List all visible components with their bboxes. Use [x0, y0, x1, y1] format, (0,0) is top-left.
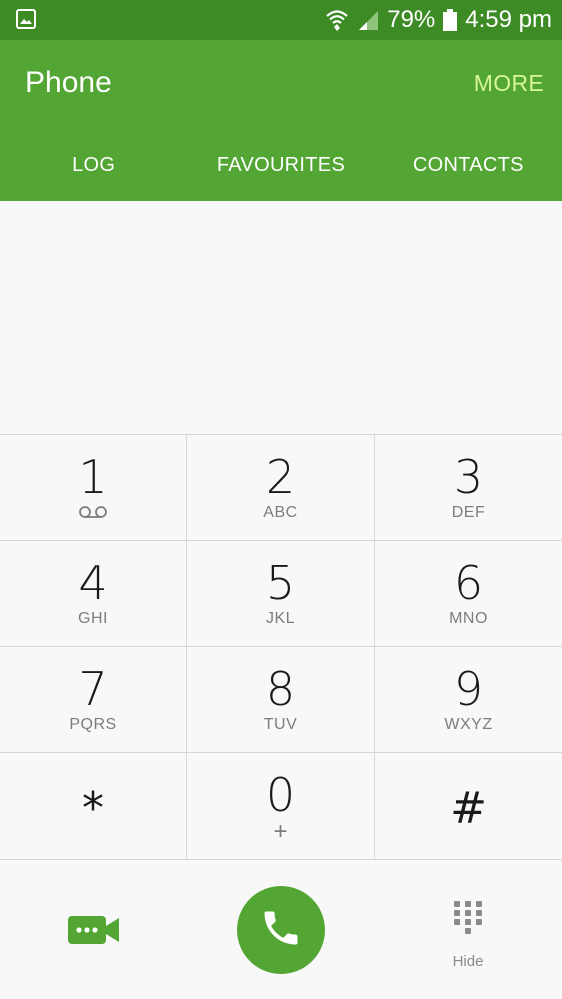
key-hash[interactable]: # [375, 753, 562, 860]
tab-contacts[interactable]: CONTACTS [375, 140, 562, 190]
video-call-button[interactable] [68, 914, 120, 946]
key-letters: TUV [263, 716, 298, 733]
signal-icon [357, 9, 379, 31]
clock: 4:59 pm [465, 6, 552, 33]
more-button[interactable]: MORE [474, 70, 544, 97]
key-digit: 1 [78, 450, 108, 504]
key-digit: 4 [78, 556, 108, 610]
key-digit: 0 [265, 768, 296, 822]
key-1[interactable]: 1 [0, 435, 187, 541]
key-digit: 7 [78, 662, 108, 716]
key-2[interactable]: 2 ABC [187, 435, 375, 541]
tab-favourites[interactable]: FAVOURITES [187, 140, 374, 190]
video-call-icon [68, 916, 120, 950]
voicemail-icon [78, 505, 108, 524]
page-title: Phone [25, 66, 112, 99]
gallery-notification-icon [16, 9, 36, 29]
call-button[interactable] [237, 886, 325, 974]
number-display[interactable] [0, 201, 562, 434]
key-letters: JKL [265, 610, 296, 627]
key-0[interactable]: 0 + [187, 753, 375, 860]
battery-text: 79% [387, 6, 436, 33]
key-digit: 2 [265, 450, 296, 504]
key-digit: 8 [265, 662, 296, 716]
key-6[interactable]: 6 MNO [375, 541, 562, 647]
key-letters: GHI [78, 610, 108, 627]
tab-log[interactable]: LOG [0, 140, 187, 190]
key-digit: * [82, 783, 104, 834]
key-letters: PQRS [69, 716, 117, 733]
dial-keypad: 1 2 ABC 3 DEF 4 GHI 5 JKL 6 MNO 7 PQRS 8… [0, 434, 562, 860]
key-letters: MNO [449, 610, 488, 627]
keypad-icon [453, 900, 483, 945]
key-letters: DEF [451, 504, 486, 521]
key-8[interactable]: 8 TUV [187, 647, 375, 753]
key-digit: 6 [453, 556, 484, 610]
battery-icon [443, 9, 458, 31]
key-letters: WXYZ [444, 716, 493, 733]
key-5[interactable]: 5 JKL [187, 541, 375, 647]
key-letters: + [273, 818, 288, 845]
key-digit: # [450, 783, 487, 834]
key-digit: 3 [453, 450, 484, 504]
phone-icon [259, 906, 303, 955]
hide-label: Hide [452, 953, 484, 970]
bottom-action-bar: Hide [0, 860, 562, 999]
key-7[interactable]: 7 PQRS [0, 647, 187, 753]
key-digit: 5 [265, 556, 296, 610]
key-4[interactable]: 4 GHI [0, 541, 187, 647]
tab-bar: LOG FAVOURITES CONTACTS [0, 140, 562, 190]
key-9[interactable]: 9 WXYZ [375, 647, 562, 753]
hide-keypad-button[interactable]: Hide [440, 900, 496, 972]
key-3[interactable]: 3 DEF [375, 435, 562, 541]
app-bar: Phone MORE LOG FAVOURITES CONTACTS [0, 40, 562, 201]
key-letters: ABC [263, 504, 298, 521]
wifi-icon [325, 9, 349, 31]
key-star[interactable]: * [0, 753, 187, 860]
key-digit: 9 [453, 662, 484, 716]
status-bar: 79% 4:59 pm [0, 0, 562, 40]
